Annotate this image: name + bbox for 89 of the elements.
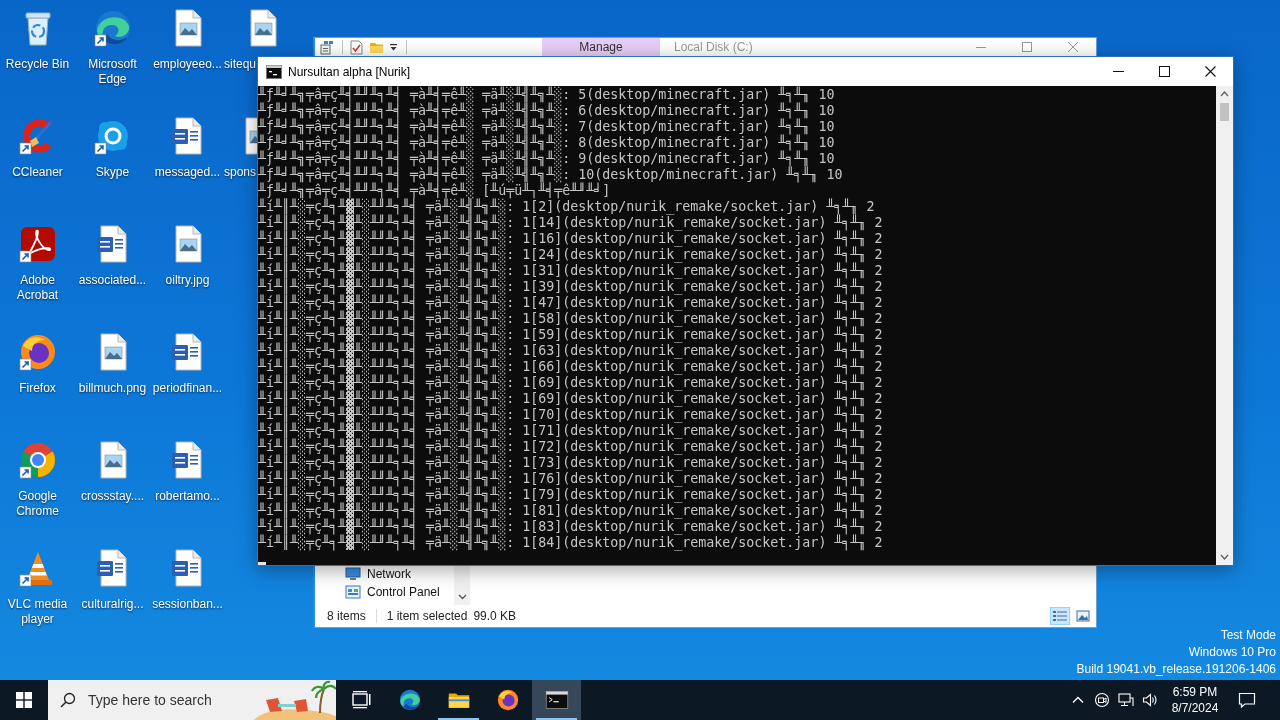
desktop-item[interactable]: Microsoft Edge [75,0,150,87]
maximize-icon [1022,42,1032,52]
clock-button[interactable]: 6:59 PM 8/7/2024 [1162,680,1228,720]
desktop-item[interactable]: sitequ [225,0,281,72]
camera-icon [1094,692,1110,708]
desktop-item[interactable]: VLC media player [0,540,75,627]
ribbon-tab[interactable]: Manage [542,38,660,56]
windows-logo-icon [16,692,32,708]
system-notice-line: Windows 10 Pro [1188,644,1276,661]
console-line: ╨ƒ╨╛╨╗╤â╤ç╨╡╨╜╨╕╨╡ ╤à╨╡╤ê╨░ [╨ú╤ü╨┐╨╡╤ê╨╜╨╛] [258,183,611,199]
globe-logo-icon [495,688,520,712]
window-title: Local Disk (C:) [674,40,753,54]
console-line: ╨ƒ╨╛╨╗╤â╤ç╨╡╨╜╨╕╨╡ ╤à╨╡╤ê╨░ ╤ä╨░╨╣╨╗╨░: 8(desktop/minecraft.jar) ╨╕╨╖ 10 [258,135,835,151]
desktop-item[interactable]: Recycle Bin [0,0,75,72]
notification-icon [1238,691,1256,709]
desktop-item[interactable]: culturalrig... [75,540,150,612]
item-count-text: 8 items [327,609,366,623]
console-line: ╨í╨║╨░╤ç╨╕╨▓╨░╨╜╨╕╨╡ ╤ä╨░╨╣╨╗╨░: 1[73](desktop/nurik_remake/socket.jar) ╨╕╨╖ 2 [258,455,883,471]
desktop-item[interactable]: Skype [75,108,150,180]
console-line: ╨í╨║╨░╤ç╨╕╨▓╨░╨╜╨╕╨╡ ╤ä╨░╨╣╨╗╨░: 1[58](desktop/nurik_remake/socket.jar) ╨╕╨╖ 2 [258,311,883,327]
console-line: ╨í╨║╨░╤ç╨╕╨▓╨░╨╜╨╕╨╡ ╤ä╨░╨╣╨╗╨░: 1[72](desktop/nurik_remake/socket.jar) ╨╕╨╖ 2 [258,439,883,455]
cursor-icon [258,562,266,565]
volume-icon [1142,692,1158,708]
console-line: ╨í╨║╨░╤ç╨╕╨▓╨░╨╜╨╕╨╡ ╤ä╨░╨╣╨╗╨░: 1[14](desktop/nurik_remake/socket.jar) ╨╕╨╖ 2 [258,215,883,231]
desktop-item[interactable]: Google Chrome [0,432,75,519]
selection-size-text: 99.0 KB [473,609,517,623]
taskbar-app-button[interactable] [532,680,581,720]
control-panel-icon [345,584,361,600]
desktop-item[interactable]: employeeo... [150,0,225,72]
large-icons-view-icon [1076,610,1090,622]
nav-item[interactable]: Network [315,566,454,582]
console-line: ╨í╨║╨░╤ç╨╕╨▓╨░╨╜╨╕╨╡ ╤ä╨░╨╣╨╗╨░: 1[69](desktop/nurik_remake/socket.jar) ╨╕╨╖ 2 [258,391,883,407]
console-line: ╨í╨║╨░╤ç╨╕╨▓╨░╨╜╨╕╨╡ ╤ä╨░╨╣╨╗╨░: 1[16](desktop/nurik_remake/socket.jar) ╨╕╨╖ 2 [258,231,883,247]
desktop-item[interactable]: messaged... [150,108,225,180]
console-line: ╨ƒ╨╛╨╗╤â╤ç╨╡╨╜╨╕╨╡ ╤à╨╡╤ê╨░ ╤ä╨░╨╣╨╗╨░: 9(desktop/minecraft.jar) ╨╕╨╖ 10 [258,151,835,167]
console-line: ╨ƒ╨╛╨╗╤â╤ç╨╡╨╜╨╕╨╡ ╤à╨╡╤ê╨░ ╤ä╨░╨╣╨╗╨░: 10(desktop/minecraft.jar) ╨╕╨╖ 10 [258,167,843,183]
desktop-item[interactable]: sessionban... [150,540,225,612]
desktop-item[interactable]: billmuch.png [75,324,150,396]
nav-item[interactable]: Control Panel [315,584,454,600]
desktop-item[interactable]: CCleaner [0,108,75,180]
desktop-item[interactable]: associated... [75,216,150,288]
window-title: Nursultan alpha [Nurik] [288,64,411,79]
dropdown-caret-icon[interactable] [389,42,398,52]
scrollbar[interactable] [1216,86,1233,565]
console-line: ╨í╨║╨░╤ç╨╕╨▓╨░╨╜╨╕╨╡ ╤ä╨░╨╣╨╗╨░: 1[79](desktop/nurik_remake/socket.jar) ╨╕╨╖ 2 [258,487,883,503]
desktop-item[interactable]: oiltry.jpg [150,216,225,288]
console-line: ╨í╨║╨░╤ç╨╕╨▓╨░╨╜╨╕╨╡ ╤ä╨░╨╣╨╗╨░: 1[47](desktop/nurik_remake/socket.jar) ╨╕╨╖ 2 [258,295,883,311]
console-line: ╨í╨║╨░╤ç╨╕╨▓╨░╨╜╨╕╨╡ ╤ä╨░╨╣╨╗╨░: 1[59](desktop/nurik_remake/socket.jar) ╨╕╨╖ 2 [258,327,883,343]
network-monitor-icon [1118,692,1134,708]
system-notice-line: Build 19041.vb_release.191206-1406 [1076,661,1276,678]
console-line: ╨í╨║╨░╤ç╨╕╨▓╨░╨╜╨╕╨╡ ╤ä╨░╨╣╨╗╨░: 1[39](desktop/nurik_remake/socket.jar) ╨╕╨╖ 2 [258,279,883,295]
console-line: ╨í╨║╨░╤ç╨╕╨▓╨░╨╜╨╕╨╡ ╤ä╨░╨╣╨╗╨░: 1[2](desktop/nurik_remake/socket.jar) ╨╕╨╖ 2 [258,199,875,215]
swirl-logo-icon [397,688,422,712]
console-line: ╨í╨║╨░╤ç╨╕╨▓╨░╨╜╨╕╨╡ ╤ä╨░╨╣╨╗╨░: 1[31](desktop/nurik_remake/socket.jar) ╨╕╨╖ 2 [258,263,883,279]
checked-document-icon[interactable] [349,39,364,55]
maximize-icon [1158,66,1170,77]
properties-icon[interactable] [320,39,335,55]
desktop-item[interactable]: crossstay.... [75,432,150,504]
network-icon [345,566,361,582]
close-icon [1068,42,1078,52]
console-line: ╨í╨║╨░╤ç╨╕╨▓╨░╨╜╨╕╨╡ ╤ä╨░╨╣╨╗╨░: 1[76](desktop/nurik_remake/socket.jar) ╨╕╨╖ 2 [258,471,883,487]
console-line: ╨ƒ╨╛╨╗╤â╤ç╨╡╨╜╨╕╨╡ ╤à╨╡╤ê╨░ ╤ä╨░╨╣╨╗╨░: 7(desktop/minecraft.jar) ╨╕╨╖ 10 [258,119,835,135]
terminal-icon [544,688,569,712]
console-line: ╨í╨║╨░╤ç╨╕╨▓╨░╨╜╨╕╨╡ ╤ä╨░╨╣╨╗╨░: 1[63](desktop/nurik_remake/socket.jar) ╨╕╨╖ 2 [258,343,883,359]
close-icon [1204,66,1216,77]
details-view-icon [1053,610,1067,622]
console-line: ╨í╨║╨░╤ç╨╕╨▓╨░╨╜╨╕╨╡ ╤ä╨░╨╣╨╗╨░: 1[81](desktop/nurik_remake/socket.jar) ╨╕╨╖ 2 [258,503,883,519]
console-line: ╨ƒ╨╛╨╗╤â╤ç╨╡╨╜╨╕╨╡ ╤à╨╡╤ê╨░ ╤ä╨░╨╣╨╗╨░: 5(desktop/minecraft.jar) ╨╕╨╖ 10 [258,87,835,103]
console-line: ╨í╨║╨░╤ç╨╕╨▓╨░╨╜╨╕╨╡ ╤ä╨░╨╣╨╗╨░: 1[66](desktop/nurik_remake/socket.jar) ╨╕╨╖ 2 [258,359,883,375]
console-line: ╨ƒ╨╛╨╗╤â╤ç╨╡╨╜╨╕╨╡ ╤à╨╡╤ê╨░ ╤ä╨░╨╣╨╗╨░: 6(desktop/minecraft.jar) ╨╕╨╖ 10 [258,103,835,119]
console-line: ╨í╨║╨░╤ç╨╕╨▓╨░╨╜╨╕╨╡ ╤ä╨░╨╣╨╗╨░: 1[84](desktop/nurik_remake/socket.jar) ╨╕╨╖ 2 [258,535,883,551]
console-line: ╨í╨║╨░╤ç╨╕╨▓╨░╨╜╨╕╨╡ ╤ä╨░╨╣╨╗╨░: 1[24](desktop/nurik_remake/socket.jar) ╨╕╨╖ 2 [258,247,883,263]
view-button[interactable] [1073,607,1093,625]
system-notice-line: Test Mode [1220,627,1276,644]
desktop-item[interactable]: periodfinan... [150,324,225,396]
palm-beach-icon [254,680,336,720]
desktop-item[interactable]: robertamo... [150,432,225,504]
console-line: ╨í╨║╨░╤ç╨╕╨▓╨░╨╜╨╕╨╡ ╤ä╨░╨╣╨╗╨░: 1[83](desktop/nurik_remake/socket.jar) ╨╕╨╖ 2 [258,519,883,535]
scroll-thumb[interactable] [1220,103,1229,121]
search-field[interactable]: Type here to search [48,680,336,720]
terminal-icon [266,64,282,79]
desktop-item[interactable]: Adobe Acrobat [0,216,75,303]
search-icon [60,692,76,708]
console-line: ╨í╨║╨░╤ç╨╕╨▓╨░╨╜╨╕╨╡ ╤ä╨░╨╣╨╗╨░: 1[70](desktop/nurik_remake/socket.jar) ╨╕╨╖ 2 [258,407,883,423]
view-button[interactable] [1050,607,1070,625]
desktop-item[interactable]: Firefox [0,324,75,396]
console-line: ╨í╨║╨░╤ç╨╕╨▓╨░╨╜╨╕╨╡ ╤ä╨░╨╣╨╗╨░: 1[71](desktop/nurik_remake/socket.jar) ╨╕╨╖ 2 [258,423,883,439]
console-line: ╨í╨║╨░╤ç╨╕╨▓╨░╨╜╨╕╨╡ ╤ä╨░╨╣╨╗╨░: 1[69](desktop/nurik_remake/socket.jar) ╨╕╨╖ 2 [258,375,883,391]
selection-text: 1 item selected [386,609,468,623]
